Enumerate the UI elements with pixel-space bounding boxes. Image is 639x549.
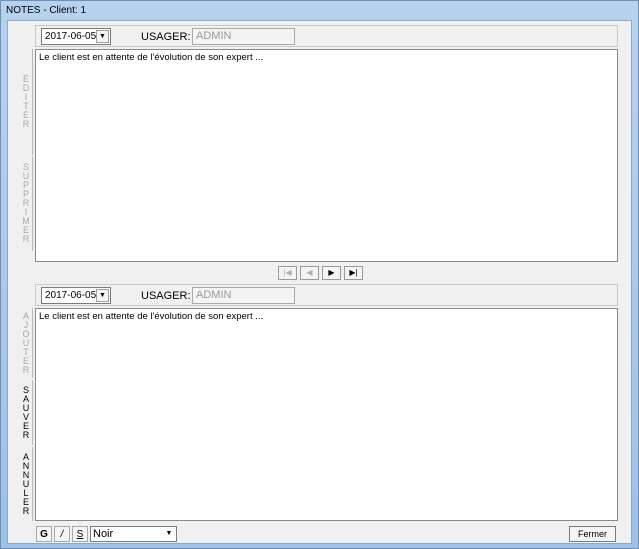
annuler-button[interactable]: ANNULER — [20, 447, 33, 521]
window-title: NOTES - Client: 1 — [6, 5, 87, 16]
chevron-down-icon[interactable]: ▼ — [163, 528, 175, 540]
first-record-icon: |◀ — [283, 268, 292, 277]
bottom-note-header — [35, 284, 618, 306]
top-note-text[interactable]: Le client est en attente de l'évolution … — [35, 49, 618, 262]
ajouter-button[interactable]: AJOUTER — [20, 308, 33, 378]
bottom-date-picker[interactable]: 2017-06-05 ▼ — [41, 287, 111, 304]
top-date-picker[interactable]: 2017-06-05 ▼ — [41, 28, 111, 45]
supprimer-button[interactable]: SUPPRIMER — [20, 156, 33, 251]
button-letter: R — [22, 505, 30, 516]
button-letter: R — [22, 429, 30, 440]
bottom-date-value: 2017-06-05 — [45, 290, 97, 301]
last-record-icon: ▶| — [349, 268, 358, 277]
button-letter: R — [22, 119, 30, 129]
bottom-usager-field: ADMIN — [192, 287, 295, 304]
button-letter: R — [22, 234, 30, 244]
bottom-usager-label: USAGER: — [141, 290, 191, 302]
text-color-select[interactable]: Noir ▼ — [90, 526, 177, 542]
prev-record-icon: ◀ — [306, 268, 313, 277]
editer-button[interactable]: ÉDITER — [20, 49, 33, 155]
next-record-icon: ▶ — [328, 268, 335, 277]
prev-record-button[interactable]: ◀ — [300, 266, 319, 280]
sauver-button[interactable]: SAUVER — [20, 380, 33, 445]
top-usager-label: USAGER: — [141, 31, 191, 43]
chevron-down-icon[interactable]: ▼ — [96, 289, 109, 302]
top-date-value: 2017-06-05 — [45, 31, 97, 42]
first-record-button[interactable]: |◀ — [278, 266, 297, 280]
top-usager-field: ADMIN — [192, 28, 295, 45]
chevron-down-icon[interactable]: ▼ — [96, 30, 109, 43]
underline-button[interactable]: S — [72, 526, 88, 542]
next-record-button[interactable]: ▶ — [322, 266, 341, 280]
notes-client-area: ÉDITER SUPPRIMER 2017-06-05 ▼ USAGER: AD… — [7, 20, 632, 544]
italic-button[interactable]: / — [54, 526, 70, 542]
bold-button[interactable]: G — [36, 526, 52, 542]
last-record-button[interactable]: ▶| — [344, 266, 363, 280]
top-note-header — [35, 25, 618, 47]
text-color-value: Noir — [93, 528, 114, 540]
button-letter: R — [22, 364, 30, 375]
fermer-button[interactable]: Fermer — [569, 526, 616, 542]
notes-window: NOTES - Client: 1 ÉDITER SUPPRIMER 2017-… — [0, 0, 639, 549]
bottom-note-text[interactable]: Le client est en attente de l'évolution … — [35, 308, 618, 521]
